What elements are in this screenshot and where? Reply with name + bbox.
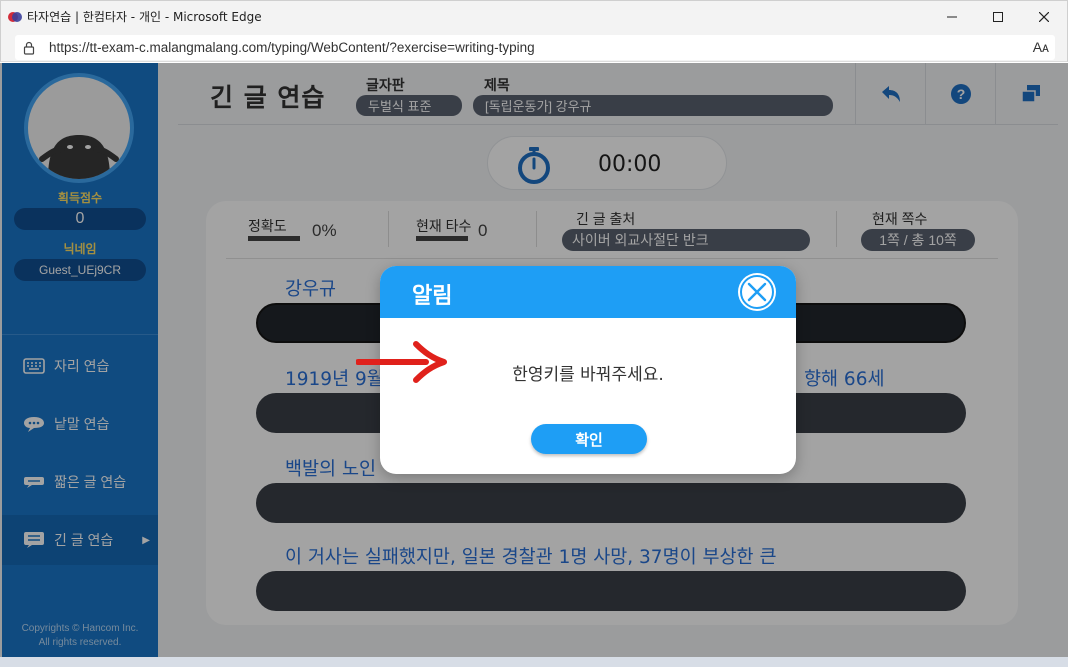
close-icon (740, 275, 774, 309)
reader-mode-icon[interactable]: Aᴀ (1033, 39, 1049, 55)
confirm-button[interactable]: 확인 (531, 424, 647, 454)
url-box[interactable]: https://tt-exam-c.malangmalang.com/typin… (15, 35, 1055, 60)
maximize-icon (993, 12, 1003, 22)
maximize-button[interactable] (975, 1, 1021, 33)
app-favicon-icon (8, 11, 22, 22)
alert-close-button[interactable] (738, 273, 776, 311)
alert-header: 알림 (380, 266, 796, 318)
alert-title: 알림 (412, 284, 453, 309)
lock-icon[interactable] (21, 40, 37, 56)
close-window-button[interactable] (1021, 1, 1067, 33)
minimize-button[interactable] (929, 1, 975, 33)
close-icon (1039, 12, 1049, 22)
window-title: 타자연습 | 한컴타자 - 개인 - Microsoft Edge (27, 10, 262, 24)
minimize-icon (947, 16, 957, 18)
address-bar: https://tt-exam-c.malangmalang.com/typin… (0, 32, 1068, 62)
annotation-arrow-icon (356, 341, 447, 383)
os-taskbar (0, 657, 1068, 667)
browser-titlebar: 타자연습 | 한컴타자 - 개인 - Microsoft Edge (0, 0, 1068, 32)
url-text[interactable]: https://tt-exam-c.malangmalang.com/typin… (49, 40, 535, 55)
